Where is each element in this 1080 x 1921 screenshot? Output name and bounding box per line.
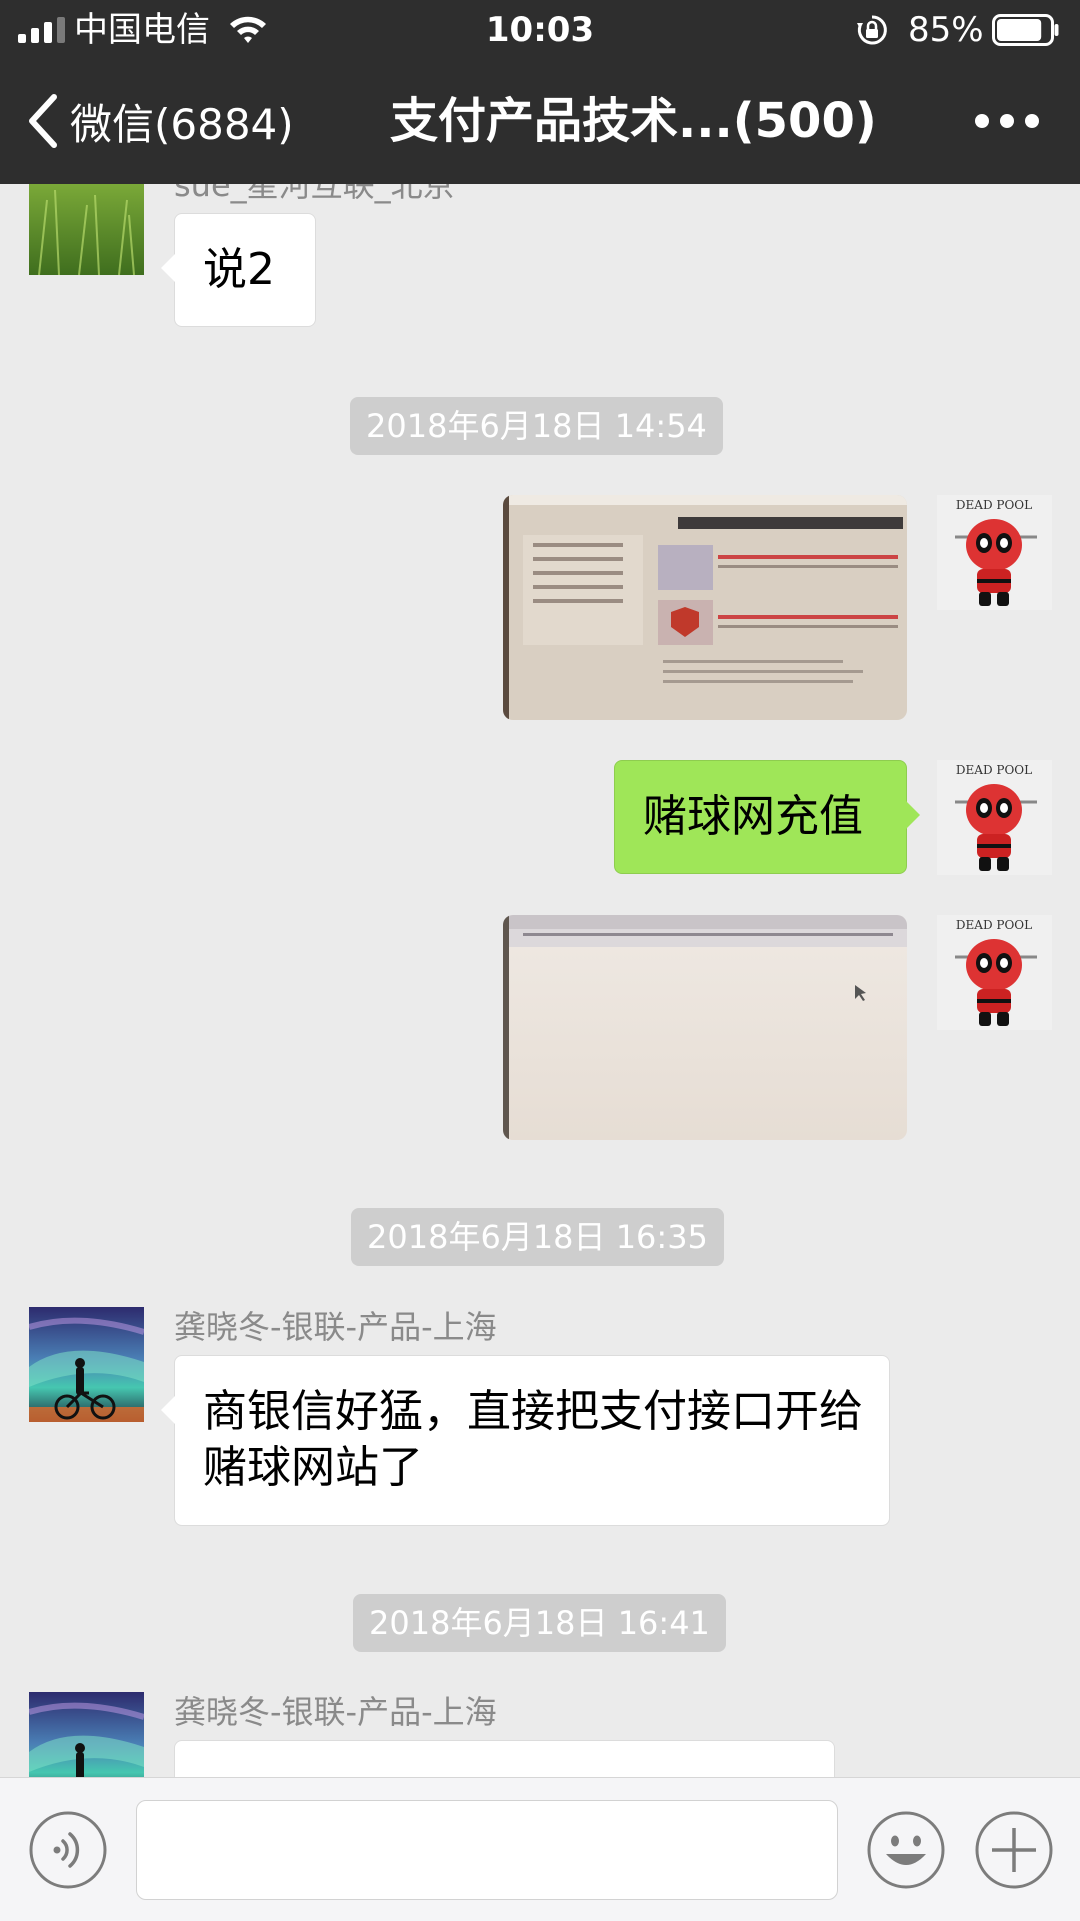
timestamp: 2018年6月18日 16:41: [353, 1594, 726, 1652]
chat-area[interactable]: sue_星河互联_北京 说2 2018年6月18日 14:54 DEAD POO…: [0, 184, 1080, 1777]
message-bubble[interactable]: 说2: [161, 213, 316, 327]
message-text: 赌球网充值: [643, 791, 863, 842]
avatar[interactable]: [29, 1692, 144, 1777]
sender-name: 龚晓冬-银联-产品-上海: [174, 1308, 497, 1346]
image-message[interactable]: [503, 915, 907, 1140]
message-bubble[interactable]: 赌球网充值: [614, 760, 920, 874]
message-bubble[interactable]: [174, 1740, 835, 1777]
avatar[interactable]: DEAD POOL: [937, 760, 1052, 875]
more-dots-icon[interactable]: [972, 100, 1042, 142]
chat-title: 支付产品技术...(500): [390, 93, 877, 149]
battery-percent: 85%: [908, 10, 984, 50]
input-bar: [0, 1777, 1080, 1921]
sender-name: 龚晓冬-银联-产品-上海: [174, 1693, 497, 1731]
avatar[interactable]: DEAD POOL: [937, 915, 1052, 1030]
status-bar: 中国电信 10:03 85%: [0, 0, 1080, 60]
plus-icon[interactable]: [974, 1810, 1054, 1890]
message-bubble[interactable]: 商银信好猛，直接把支付接口开给赌球网站了: [161, 1355, 890, 1526]
logo-text: DEAD POOL: [956, 918, 1032, 932]
message-text: 说2: [203, 244, 275, 295]
battery-icon: [992, 14, 1059, 46]
message-text: 商银信好猛，直接把支付接口开给赌球网站了: [203, 1386, 863, 1493]
top-bar: 中国电信 10:03 85% 微信(6884) 支付产品技术...(500): [0, 0, 1080, 184]
avatar[interactable]: [29, 1307, 144, 1422]
emoji-icon[interactable]: [866, 1810, 946, 1890]
rotation-lock-icon: [857, 15, 887, 45]
nav-bar: 微信(6884) 支付产品技术...(500): [0, 60, 1080, 184]
logo-text: DEAD POOL: [956, 498, 1032, 512]
avatar[interactable]: DEAD POOL: [937, 495, 1052, 610]
image-message[interactable]: [503, 495, 907, 720]
voice-icon[interactable]: [28, 1810, 108, 1890]
back-label: 微信(6884): [70, 99, 294, 149]
logo-text: DEAD POOL: [956, 763, 1032, 777]
avatar[interactable]: [29, 184, 144, 275]
sender-name: sue_星河互联_北京: [174, 184, 455, 204]
back-button[interactable]: 微信(6884): [24, 88, 294, 154]
timestamp: 2018年6月18日 14:54: [350, 397, 723, 455]
message-input[interactable]: [136, 1800, 838, 1900]
chevron-left-icon: [29, 94, 57, 148]
timestamp: 2018年6月18日 16:35: [351, 1208, 724, 1266]
